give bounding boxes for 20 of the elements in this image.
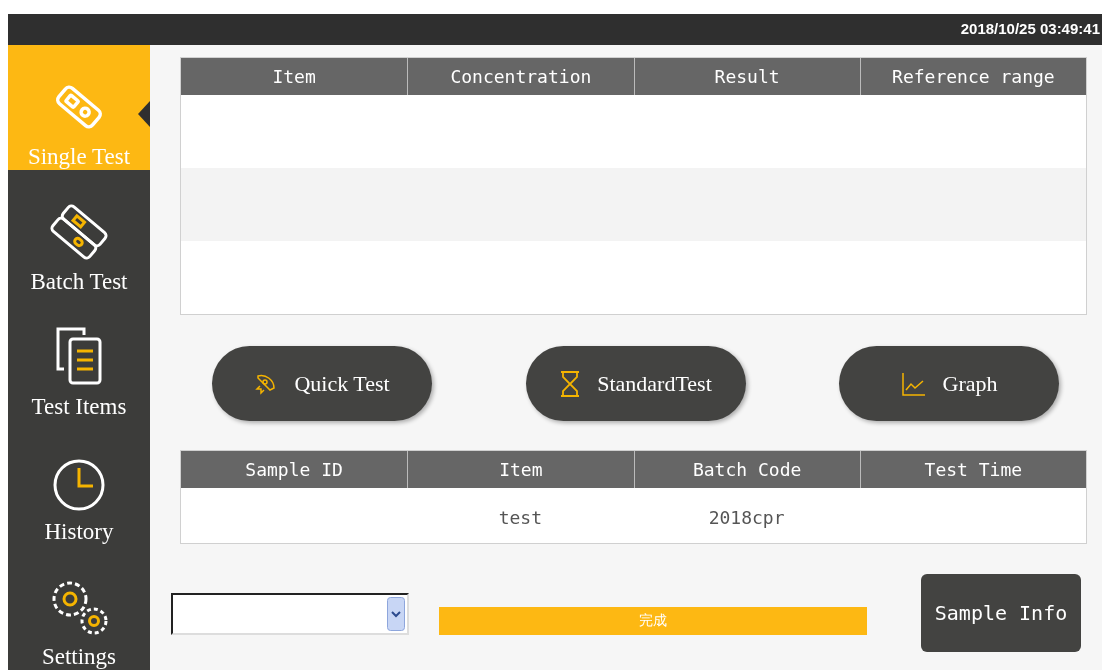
sidebar-item[interactable]: History bbox=[8, 420, 150, 545]
sidebar-item[interactable]: Batch Test bbox=[8, 170, 150, 295]
hourglass-icon bbox=[559, 369, 582, 398]
action-button[interactable]: StandardTest bbox=[525, 346, 746, 421]
dropdown[interactable] bbox=[171, 592, 409, 635]
sample-info-button[interactable]: Sample Info bbox=[921, 574, 1081, 652]
test-strips-icon bbox=[49, 202, 109, 262]
datetime: 2018/10/25 03:49:41 bbox=[960, 19, 1100, 40]
sidebar-item[interactable]: Test Items bbox=[8, 295, 150, 420]
progress-label: 完成 bbox=[638, 611, 668, 630]
sidebar-item[interactable]: Settings bbox=[8, 545, 150, 670]
pointer-icon bbox=[138, 101, 150, 127]
table-cell-text: 2018cpr bbox=[708, 506, 785, 530]
column-header: Item bbox=[271, 65, 317, 89]
clock-icon bbox=[52, 458, 106, 512]
line-chart-icon bbox=[900, 370, 927, 397]
column-header: Sample ID bbox=[244, 458, 344, 482]
action-button[interactable]: Quick Test bbox=[212, 346, 432, 421]
action-button[interactable]: Graph bbox=[839, 346, 1059, 421]
table-cell-text: test bbox=[498, 506, 543, 530]
